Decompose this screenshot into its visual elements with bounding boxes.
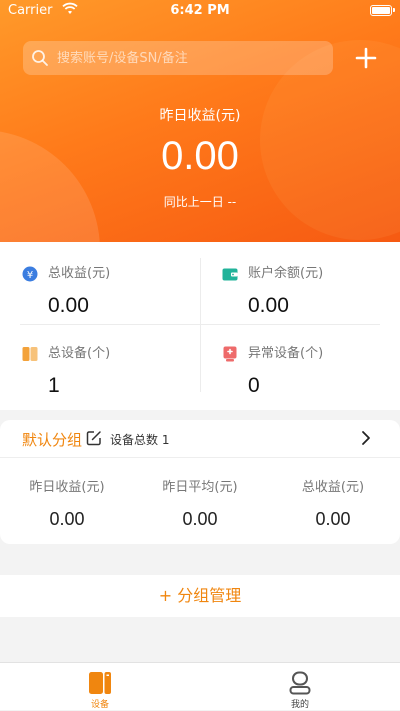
user-icon	[289, 671, 311, 695]
edit-icon[interactable]	[86, 430, 102, 446]
yesterday-earnings-label: 昨日收益(元)	[159, 108, 241, 124]
group-yesterday-average: 昨日平均(元) 0.00	[133, 476, 267, 530]
group-device-count: 设备总数 1	[110, 433, 170, 447]
chevron-right-icon[interactable]	[360, 430, 372, 446]
status-bar: Carrier 6:42 PM	[0, 0, 400, 22]
svg-text:¥: ¥	[27, 270, 33, 281]
group-stat-value: 0.00	[49, 509, 85, 529]
group-stat-label: 昨日平均(元)	[162, 480, 238, 495]
stat-value: 0.00	[48, 294, 89, 317]
tab-label: 我的	[290, 700, 309, 710]
stat-label: 账户余额(元)	[248, 266, 324, 281]
day-over-day-compare: 同比上一日 --	[163, 195, 237, 209]
wallet-icon	[222, 268, 238, 281]
clock: 6:42 PM	[170, 3, 230, 18]
add-icon[interactable]	[354, 46, 378, 70]
yesterday-earnings-value: 0.00	[161, 134, 239, 178]
manage-groups-button[interactable]: + 分组管理	[0, 575, 400, 617]
device-icon	[22, 347, 38, 361]
stat-value: 1	[48, 374, 60, 397]
group-stat-label: 昨日收益(元)	[29, 480, 105, 495]
group-total-earnings: 总收益(元) 0.00	[266, 476, 400, 530]
group-stat-value: 0.00	[182, 509, 218, 529]
yen-icon: ¥	[22, 266, 38, 282]
group-stat-label: 总收益(元)	[301, 480, 365, 495]
stat-abnormal-devices[interactable]: 异常设备(个) 0	[222, 344, 400, 414]
bottom-tab-bar: 设备 我的	[0, 662, 400, 710]
tab-devices[interactable]: 设备	[0, 663, 200, 711]
group-yesterday-earnings: 昨日收益(元) 0.00	[0, 476, 134, 530]
group-stat-value: 0.00	[315, 509, 351, 529]
header-banner: Carrier 6:42 PM 昨日收益(元) 0.00 同比上一日 --	[0, 0, 400, 242]
stat-value: 0	[248, 374, 260, 397]
search-bar[interactable]	[23, 41, 333, 75]
group-card: 默认分组 设备总数 1 昨日收益(元) 0.00 昨日平均(元) 0.00 总收…	[0, 420, 400, 544]
tab-mine[interactable]: 我的	[200, 663, 400, 711]
stat-total-devices[interactable]: 总设备(个) 1	[22, 344, 202, 414]
summary-stats: ¥ 总收益(元) 0.00 账户余额(元) 0.00 总设备(个) 1 异常设备…	[0, 242, 400, 410]
battery-icon	[370, 5, 395, 16]
search-input[interactable]	[55, 49, 319, 67]
stats-divider-vertical	[200, 258, 201, 392]
alert-device-icon	[223, 346, 237, 362]
group-header[interactable]: 默认分组 设备总数 1	[0, 420, 400, 458]
stat-label: 总收益(元)	[48, 266, 111, 281]
device-tab-icon	[89, 672, 111, 694]
stat-label: 总设备(个)	[48, 346, 111, 361]
search-icon	[32, 50, 48, 66]
group-name: 默认分组	[22, 431, 83, 449]
tab-label: 设备	[90, 700, 109, 710]
stat-value: 0.00	[248, 294, 289, 317]
stat-label: 异常设备(个)	[248, 346, 324, 361]
